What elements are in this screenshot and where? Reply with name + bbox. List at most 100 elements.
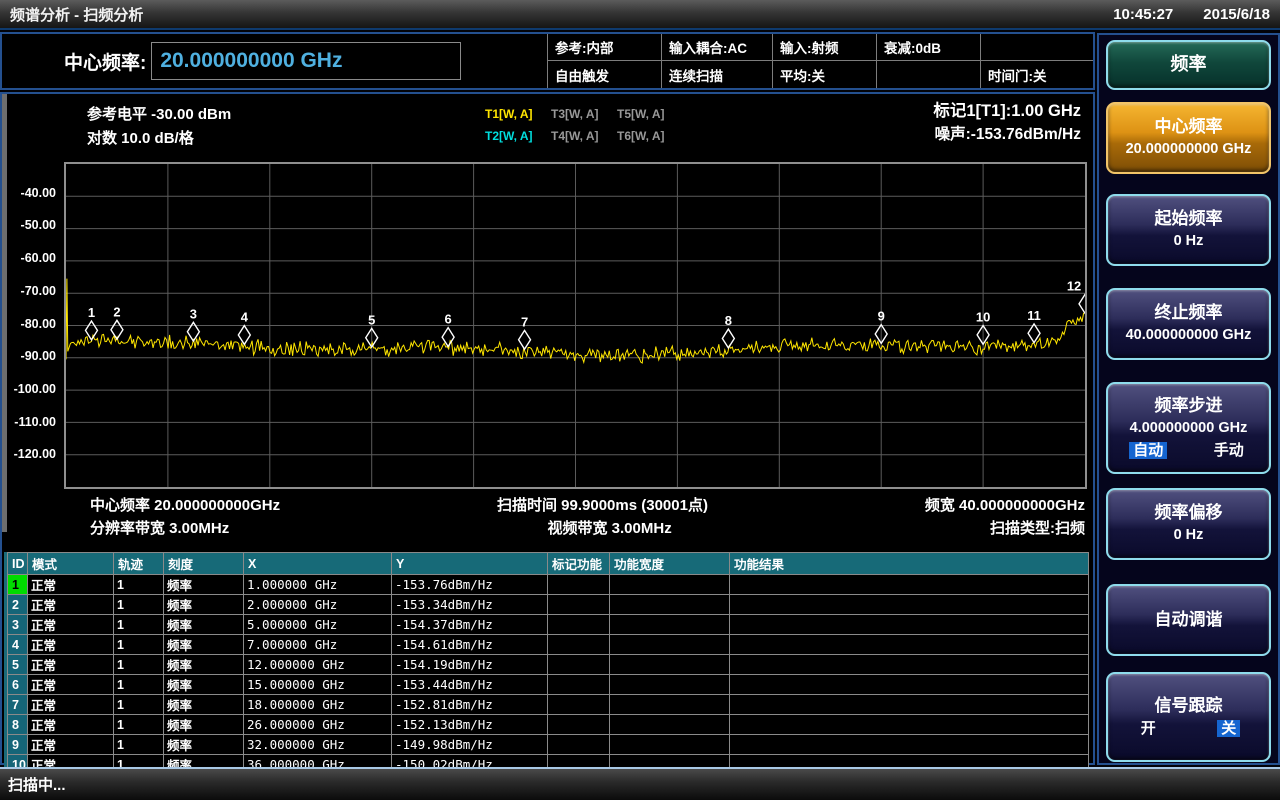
marker-table-cell: 1: [114, 575, 164, 595]
param-cell-r1c1: 参考:内部: [548, 34, 662, 61]
annot-vbw: 视频带宽 3.00MHz: [548, 517, 672, 538]
softkey-center-frequency[interactable]: 中心频率20.000000000 GHz: [1106, 102, 1271, 174]
y-axis-tick: -50.00: [4, 218, 56, 232]
marker-table-cell: 正常: [28, 635, 114, 655]
marker-table-cell: 32.000000 GHz: [244, 735, 392, 755]
param-cell-r1c4: 衰减:0dB: [877, 34, 981, 61]
marker-table-header: Y: [392, 553, 548, 575]
marker-table-row-8[interactable]: 8正常1频率26.000000 GHz-152.13dBm/Hz: [8, 715, 1089, 735]
marker-table-header: ID: [8, 553, 28, 575]
annot-center-freq: 中心频率 20.000000000GHz: [64, 494, 280, 515]
marker-table-cell: [548, 635, 610, 655]
softkey-stop-frequency[interactable]: 终止频率 40.000000000 GHz: [1106, 288, 1271, 360]
marker-table-cell: [548, 615, 610, 635]
marker-table-row-4[interactable]: 4正常1频率7.000000 GHz-154.61dBm/Hz: [8, 635, 1089, 655]
marker-table-cell: 1.000000 GHz: [244, 575, 392, 595]
marker-table-row-1[interactable]: 1正常1频率1.000000 GHz-153.76dBm/Hz: [8, 575, 1089, 595]
marker-table-cell: 1: [114, 715, 164, 735]
trace-label: T6[W, A]: [617, 129, 683, 143]
marker-table-cell: 正常: [28, 675, 114, 695]
marker-table-cell: [610, 715, 730, 735]
marker-table-cell: 1: [114, 735, 164, 755]
marker-diamond-11[interactable]: [1028, 324, 1040, 343]
param-cell-r2c3: 平均:关: [773, 61, 877, 88]
marker-table-cell: 15.000000 GHz: [244, 675, 392, 695]
status-text: 扫描中...: [8, 774, 66, 795]
marker-table-row-9[interactable]: 9正常1频率32.000000 GHz-149.98dBm/Hz: [8, 735, 1089, 755]
annotation-row-2: 分辨率带宽 3.00MHz 视频带宽 3.00MHz 扫描类型:扫频: [64, 517, 1087, 538]
marker-table-cell: 3: [8, 615, 28, 635]
softkey-frequency-step-option-自动[interactable]: 自动: [1129, 442, 1167, 459]
marker-table-cell: 频率: [164, 635, 244, 655]
softkey-frequency-step[interactable]: 频率步进4.000000000 GHz自动手动: [1106, 382, 1271, 474]
marker-table-cell: [610, 615, 730, 635]
marker-table-row-7[interactable]: 7正常1频率18.000000 GHz-152.81dBm/Hz: [8, 695, 1089, 715]
marker-diamond-7[interactable]: [519, 330, 531, 349]
annot-sweep-type: 扫描类型:扫频: [990, 517, 1087, 538]
marker-table-header: 模式: [28, 553, 114, 575]
marker-number-1: 1: [88, 305, 95, 320]
marker-table-cell: [548, 695, 610, 715]
marker-table-cell: [610, 695, 730, 715]
param-cell-r1c2: 输入耦合:AC: [662, 34, 773, 61]
softkey-frequency-offset-line1: 频率偏移: [1108, 504, 1269, 523]
softkey-center-frequency-line1: 中心频率: [1108, 118, 1269, 137]
param-cell-r2c4: [877, 61, 981, 88]
marker-table-cell: 1: [114, 615, 164, 635]
center-frequency-input[interactable]: 20.000000000 GHz: [151, 42, 461, 80]
marker-table-cell: [610, 595, 730, 615]
softkey-stop-frequency-line2: 40.000000000 GHz: [1108, 328, 1269, 344]
softkey-frequency-offset[interactable]: 频率偏移0 Hz: [1106, 488, 1271, 560]
marker-diamond-4[interactable]: [238, 326, 250, 345]
marker-table-row-6[interactable]: 6正常1频率15.000000 GHz-153.44dBm/Hz: [8, 675, 1089, 695]
chart-header: 参考电平 -30.00 dBm 对数 10.0 dB/格 T1[W, A]T3[…: [2, 94, 1093, 162]
softkey-start-frequency[interactable]: 起始频率0 Hz: [1106, 194, 1271, 266]
softkey-stop-frequency-line1: 终止频率: [1108, 304, 1269, 323]
trace-status: T1[W, A]T3[W, A]T5[W, A]T2[W, A]T4[W, A]…: [485, 107, 683, 143]
marker-table-cell: 频率: [164, 615, 244, 635]
marker-table-row-5[interactable]: 5正常1频率12.000000 GHz-154.19dBm/Hz: [8, 655, 1089, 675]
spectrum-plot[interactable]: 123456789101112: [64, 162, 1087, 489]
marker-table-header: 轨迹: [114, 553, 164, 575]
y-axis-tick: -90.00: [4, 349, 56, 363]
marker-readout-freq: 标记1[T1]:1.00 GHz: [933, 100, 1081, 124]
marker-table-cell: 频率: [164, 735, 244, 755]
marker-table-cell: [610, 635, 730, 655]
ref-level-label: 参考电平 -30.00 dBm: [87, 103, 231, 127]
softkey-signal-tracking[interactable]: 信号跟踪开关: [1106, 672, 1271, 762]
marker-table-cell: -154.61dBm/Hz: [392, 635, 548, 655]
marker-table-cell: 频率: [164, 715, 244, 735]
annotation-row-1: 中心频率 20.000000000GHz 扫描时间 99.9000ms (300…: [64, 494, 1087, 515]
marker-table-cell: 1: [114, 595, 164, 615]
softkey-frequency-step-option-手动[interactable]: 手动: [1210, 442, 1248, 459]
marker-table-cell: [730, 575, 1089, 595]
clock: 10:45:27 2015/6/18: [1113, 6, 1270, 23]
marker-table-header: 功能结果: [730, 553, 1089, 575]
y-axis-tick: -40.00: [4, 186, 56, 200]
marker-table-cell: 8: [8, 715, 28, 735]
marker-table-cell: 6: [8, 675, 28, 695]
y-axis-tick: -70.00: [4, 284, 56, 298]
marker-table-cell: 5: [8, 655, 28, 675]
marker-table-cell: 9: [8, 735, 28, 755]
softkey-frequency-step-line1: 频率步进: [1108, 397, 1269, 416]
marker-diamond-8[interactable]: [722, 329, 734, 348]
menu-header-label: 频率: [1108, 55, 1269, 75]
param-grid: 参考:内部输入耦合:AC输入:射频衰减:0dB自由触发连续扫描平均:关时间门:关: [547, 34, 1093, 88]
marker-table-cell: [610, 575, 730, 595]
marker-table-cell: 1: [114, 655, 164, 675]
trace-label: T2[W, A]: [485, 129, 551, 143]
marker-table-row-3[interactable]: 3正常1频率5.000000 GHz-154.37dBm/Hz: [8, 615, 1089, 635]
softkey-signal-tracking-toggle: 开关: [1108, 720, 1269, 737]
marker-table-cell: [730, 715, 1089, 735]
trace-label: T3[W, A]: [551, 107, 617, 121]
marker-number-7: 7: [521, 314, 528, 329]
softkey-auto-tune[interactable]: 自动调谐: [1106, 584, 1271, 656]
softkey-signal-tracking-option-关[interactable]: 关: [1217, 720, 1240, 737]
annot-sweep-time: 扫描时间 99.9000ms (30001点): [497, 494, 708, 515]
annot-rbw: 分辨率带宽 3.00MHz: [64, 517, 229, 538]
softkey-signal-tracking-option-开[interactable]: 开: [1137, 720, 1160, 737]
marker-table-row-2[interactable]: 2正常1频率2.000000 GHz-153.34dBm/Hz: [8, 595, 1089, 615]
menu-header-frequency[interactable]: 频率: [1106, 40, 1271, 90]
marker-diamond-12[interactable]: [1079, 294, 1085, 313]
